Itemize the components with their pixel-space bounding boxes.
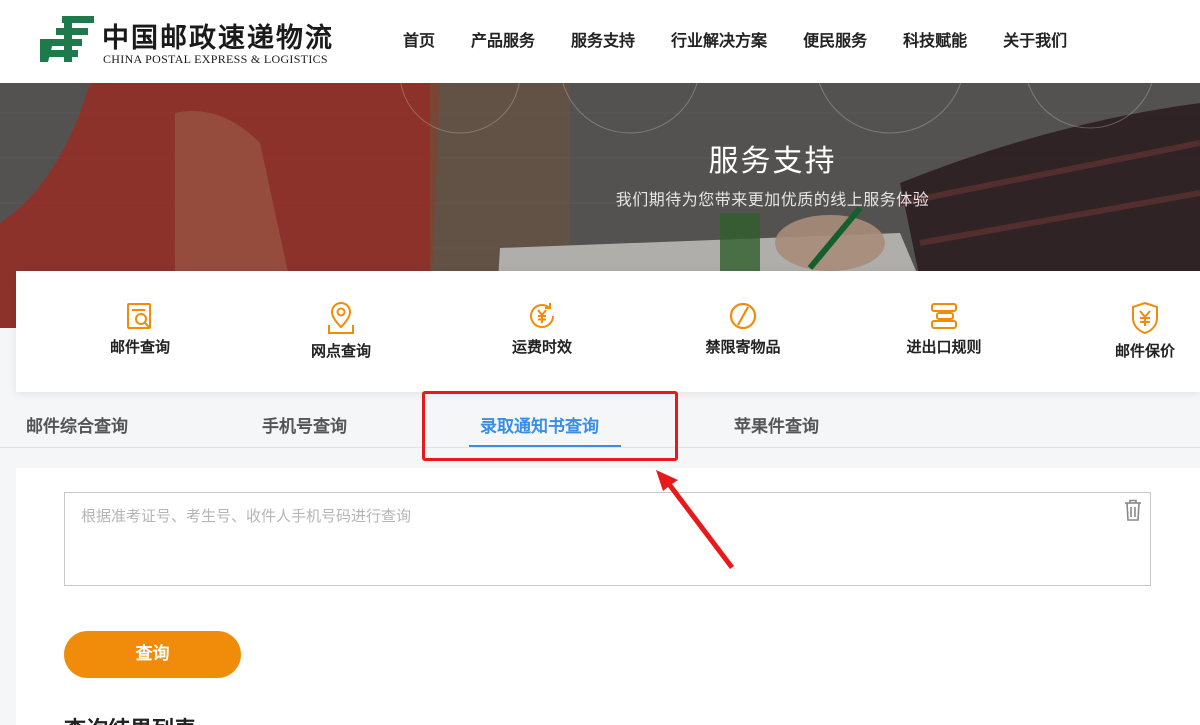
service-label: 邮件保价: [1114, 342, 1175, 360]
yen-shield-icon: [1132, 301, 1158, 335]
search-button[interactable]: 查询: [64, 631, 241, 678]
china-post-logo[interactable]: 中国邮政速递物流 CHINA POSTAL EXPRESS & LOGISTIC…: [40, 12, 350, 68]
tab-apple-mail-query[interactable]: 苹果件查询: [734, 412, 819, 437]
service-outlet-query[interactable]: 网点查询: [271, 301, 411, 361]
service-label: 网点查询: [310, 342, 371, 360]
service-mail-query[interactable]: 邮件查询: [70, 301, 210, 357]
service-label: 运费时效: [511, 338, 572, 356]
tab-phone-query[interactable]: 手机号查询: [262, 412, 347, 437]
nav-products[interactable]: 产品服务: [471, 27, 535, 51]
service-label: 邮件查询: [109, 338, 170, 356]
service-prohibited-items[interactable]: 禁限寄物品: [673, 301, 813, 357]
service-shortcuts: 邮件查询 网点查询 运费时效 禁限寄物品 进出口规则 邮件保价: [16, 271, 1200, 392]
yen-clock-icon: [530, 303, 554, 328]
service-insured-mail[interactable]: 邮件保价: [1075, 301, 1200, 361]
service-label: 禁限寄物品: [705, 338, 781, 356]
nav-about[interactable]: 关于我们: [1003, 27, 1067, 51]
nav-convenience[interactable]: 便民服务: [803, 27, 867, 51]
query-input[interactable]: [65, 493, 1150, 585]
mail-search-icon: [127, 303, 151, 329]
nav-technology[interactable]: 科技赋能: [903, 27, 967, 51]
query-panel: 查询 查询结果列表: [16, 468, 1200, 725]
nav-support[interactable]: 服务支持: [571, 27, 635, 51]
annotation-highlight-box: [422, 391, 678, 461]
service-freight-time[interactable]: 运费时效: [472, 301, 612, 357]
banner-title: 服务支持: [708, 144, 837, 179]
service-import-export-rules[interactable]: 进出口规则: [874, 301, 1014, 357]
china-post-logo-icon: [40, 16, 94, 62]
annotation-arrow-icon: [656, 470, 734, 569]
location-pin-icon: [328, 302, 354, 334]
logo-chinese-text: 中国邮政速递物流: [102, 23, 334, 54]
results-list-title: 查询结果列表: [64, 712, 196, 725]
banner-subtitle: 我们期待为您带来更加优质的线上服务体验: [615, 190, 930, 209]
trash-icon[interactable]: [1124, 499, 1142, 521]
service-label: 进出口规则: [906, 338, 982, 356]
logo-english-text: CHINA POSTAL EXPRESS & LOGISTICS: [103, 52, 328, 66]
tab-comprehensive-query[interactable]: 邮件综合查询: [26, 412, 128, 437]
import-export-icon: [931, 303, 957, 329]
query-input-box: [64, 492, 1151, 586]
nav-solutions[interactable]: 行业解决方案: [671, 27, 767, 51]
forbidden-icon: [729, 302, 757, 330]
main-nav: 首页 产品服务 服务支持 行业解决方案 便民服务 科技赋能 关于我们: [385, 0, 1085, 78]
nav-home[interactable]: 首页: [403, 27, 435, 51]
site-header: 中国邮政速递物流 CHINA POSTAL EXPRESS & LOGISTIC…: [0, 0, 1200, 83]
